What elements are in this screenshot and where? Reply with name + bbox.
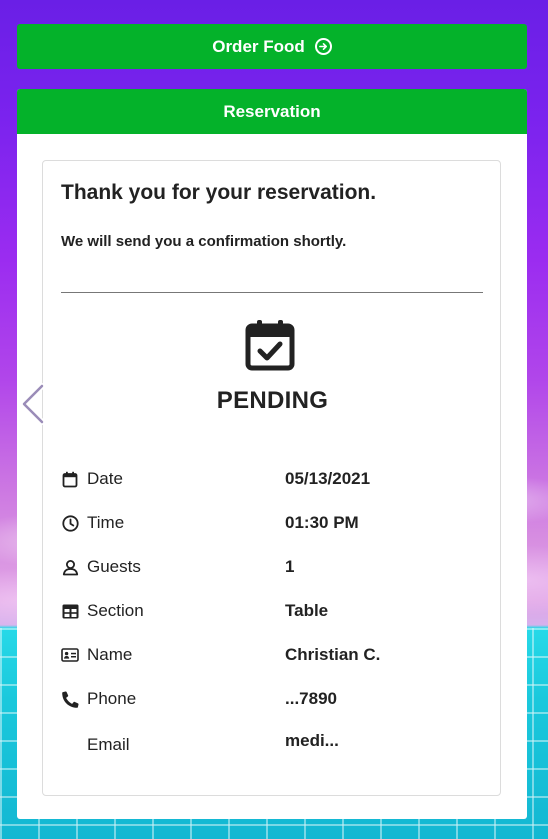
order-food-label: Order Food — [212, 36, 305, 56]
reservation-details: Date 05/13/2021 Time 01:30 PM Guests 1 S… — [61, 457, 483, 771]
confirmation-subtitle: We will send you a confirmation shortly. — [61, 233, 347, 250]
detail-value: medi... — [285, 731, 339, 750]
confirmation-card: Thank you for your reservation. We will … — [42, 160, 501, 796]
detail-value: 01:30 PM — [285, 513, 359, 532]
detail-value: Table — [285, 601, 329, 620]
detail-label: Guests — [87, 557, 141, 576]
detail-label: Phone — [87, 689, 137, 708]
phone-icon — [61, 690, 79, 708]
detail-label: Date — [87, 469, 123, 488]
detail-value: 05/13/2021 — [285, 469, 371, 488]
detail-value: 1 — [285, 557, 295, 576]
calendar-icon — [61, 470, 79, 488]
detail-label: Email — [87, 735, 130, 754]
detail-row-email: Email medi... — [61, 721, 483, 771]
detail-row-section: Section Table — [61, 589, 483, 633]
detail-label: Section — [87, 601, 144, 620]
detail-row-date: Date 05/13/2021 — [61, 457, 483, 501]
arrow-circle-right-icon — [314, 38, 332, 55]
detail-value: ...7890 — [285, 689, 337, 708]
chevron-left-icon[interactable] — [18, 383, 48, 425]
user-icon — [61, 558, 79, 576]
detail-row-name: Name Christian C. — [61, 633, 483, 677]
email-icon-placeholder — [61, 731, 79, 749]
calendar-check-icon — [245, 320, 295, 371]
detail-label: Name — [87, 645, 133, 664]
detail-value: Christian C. — [285, 645, 381, 664]
status-text: PENDING — [216, 387, 329, 414]
table-icon — [61, 602, 79, 620]
detail-label: Time — [87, 513, 125, 532]
clock-icon — [61, 514, 79, 532]
id-card-icon — [61, 646, 79, 664]
panel-header: Reservation — [17, 89, 527, 134]
detail-row-phone: Phone ...7890 — [61, 677, 483, 721]
confirmation-title: Thank you for your reservation. — [61, 181, 377, 204]
reservation-panel: Reservation Thank you for your reservati… — [17, 89, 527, 819]
divider — [61, 292, 483, 293]
detail-row-guests: Guests 1 — [61, 545, 483, 589]
detail-row-time: Time 01:30 PM — [61, 501, 483, 545]
order-food-button[interactable]: Order Food — [17, 24, 527, 69]
